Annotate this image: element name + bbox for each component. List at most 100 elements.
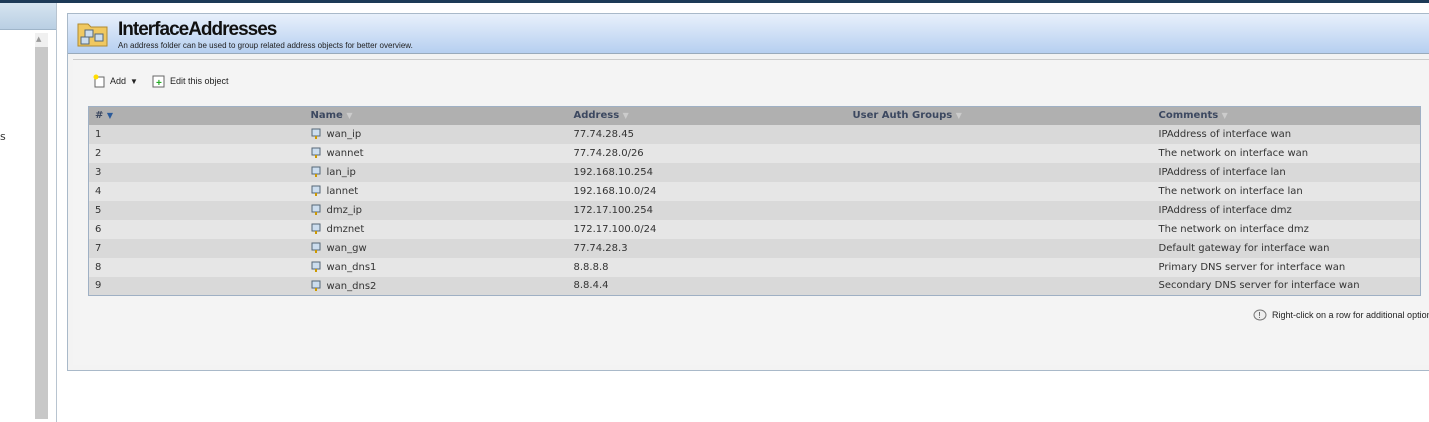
row-address: 172.17.100.0/24 (573, 219, 853, 239)
row-user-auth-groups (852, 143, 1159, 163)
row-comment: The network on interface lan (1158, 181, 1421, 201)
row-comment: IPAddress of interface wan (1158, 124, 1421, 144)
panel-header: InterfaceAddresses An address folder can… (68, 14, 1429, 54)
add-label: Add (110, 76, 127, 86)
sidebar: s (0, 3, 57, 422)
table-header: # ▼ Name ▼ Address ▼ User Auth Groups ▼ … (88, 106, 1421, 125)
table-row[interactable]: 4 lannet 192.168.10.0/24 The network on … (88, 181, 1421, 201)
row-comment: IPAddress of interface dmz (1158, 200, 1421, 220)
top-bar (0, 0, 1429, 3)
row-name: wan_dns1 (310, 257, 574, 277)
edit-icon: + (152, 75, 165, 88)
row-address: 8.8.8.8 (573, 257, 853, 277)
svg-text:+: + (156, 78, 162, 88)
sort-icon: ▼ (346, 111, 353, 121)
table-row[interactable]: 8 wan_dns1 8.8.8.8 Primary DNS server fo… (88, 257, 1421, 277)
col-user-auth-groups[interactable]: User Auth Groups ▼ (852, 106, 1159, 125)
sidebar-header (0, 3, 56, 30)
sort-icon: ▼ (955, 111, 962, 121)
sidebar-scrollbar[interactable] (35, 33, 48, 419)
row-number: 2 (88, 143, 311, 163)
row-user-auth-groups (852, 238, 1159, 258)
row-comment: Secondary DNS server for interface wan (1158, 276, 1421, 296)
sort-desc-icon: ▼ (106, 111, 114, 121)
address-table: # ▼ Name ▼ Address ▼ User Auth Groups ▼ … (88, 106, 1421, 296)
row-user-auth-groups (852, 276, 1159, 296)
row-number: 3 (88, 162, 311, 182)
row-number: 7 (88, 238, 311, 258)
row-address: 77.74.28.45 (573, 124, 853, 144)
chevron-down-icon: ▼ (130, 76, 138, 86)
sidebar-item-label[interactable]: s (0, 130, 6, 143)
add-button[interactable]: Add ▼ (93, 74, 138, 88)
row-address: 77.74.28.0/26 (573, 143, 853, 163)
row-user-auth-groups (852, 124, 1159, 144)
col-number[interactable]: # ▼ (88, 106, 311, 125)
sort-icon: ▼ (1221, 111, 1228, 121)
row-number: 5 (88, 200, 311, 220)
row-name: wannet (310, 143, 574, 163)
col-name[interactable]: Name ▼ (310, 106, 574, 125)
table-row[interactable]: 7 wan_gw 77.74.28.3 Default gateway for … (88, 238, 1421, 258)
edit-object-button[interactable]: + Edit this object (152, 74, 229, 88)
address-object-icon (311, 280, 320, 291)
row-number: 6 (88, 219, 311, 239)
page-subtitle: An address folder can be used to group r… (118, 41, 413, 50)
address-object-icon (311, 242, 320, 253)
address-object-icon (311, 185, 320, 196)
row-comment: Default gateway for interface wan (1158, 238, 1421, 258)
row-name: lan_ip (310, 162, 574, 182)
info-icon: ! (1253, 309, 1267, 321)
row-name: dmz_ip (310, 200, 574, 220)
edit-label: Edit this object (169, 76, 229, 86)
content-area: Add ▼ + Edit this object # ▼ Name ▼ Addr… (73, 59, 1429, 365)
row-number: 4 (88, 181, 311, 201)
row-user-auth-groups (852, 219, 1159, 239)
main-panel: InterfaceAddresses An address folder can… (67, 13, 1429, 371)
col-comments[interactable]: Comments ▼ (1158, 106, 1421, 125)
row-name: wan_gw (310, 238, 574, 258)
table-row[interactable]: 5 dmz_ip 172.17.100.254 IPAddress of int… (88, 200, 1421, 220)
address-object-icon (311, 204, 320, 215)
row-name: wan_dns2 (310, 276, 574, 296)
table-row[interactable]: 6 dmznet 172.17.100.0/24 The network on … (88, 219, 1421, 239)
row-address: 192.168.10.254 (573, 162, 853, 182)
table-row[interactable]: 9 wan_dns2 8.8.4.4 Secondary DNS server … (88, 276, 1421, 296)
row-address: 192.168.10.0/24 (573, 181, 853, 201)
row-name: lannet (310, 181, 574, 201)
new-item-icon (93, 74, 105, 88)
row-number: 8 (88, 257, 311, 277)
row-address: 8.8.4.4 (573, 276, 853, 296)
address-object-icon (311, 261, 320, 272)
row-comment: IPAddress of interface lan (1158, 162, 1421, 182)
table-row[interactable]: 1 wan_ip 77.74.28.45 IPAddress of interf… (88, 124, 1421, 144)
hint-text: Right-click on a row for additional opti… (1272, 310, 1429, 320)
table-row[interactable]: 2 wannet 77.74.28.0/26 The network on in… (88, 143, 1421, 163)
scroll-up-icon[interactable]: ▲ (36, 35, 41, 43)
row-address: 77.74.28.3 (573, 238, 853, 258)
hint: ! Right-click on a row for additional op… (1253, 309, 1429, 321)
address-object-icon (311, 147, 320, 158)
page-title: InterfaceAddresses (118, 19, 277, 40)
row-user-auth-groups (852, 181, 1159, 201)
row-user-auth-groups (852, 257, 1159, 277)
row-name: wan_ip (310, 124, 574, 144)
row-number: 9 (88, 276, 311, 296)
col-address[interactable]: Address ▼ (573, 106, 853, 125)
row-user-auth-groups (852, 162, 1159, 182)
row-address: 172.17.100.254 (573, 200, 853, 220)
row-comment: The network on interface wan (1158, 143, 1421, 163)
address-object-icon (311, 128, 320, 139)
folder-icon (77, 23, 108, 47)
address-object-icon (311, 166, 320, 177)
table-row[interactable]: 3 lan_ip 192.168.10.254 IPAddress of int… (88, 162, 1421, 182)
toolbar: Add ▼ + Edit this object (93, 74, 228, 88)
row-name: dmznet (310, 219, 574, 239)
row-number: 1 (88, 124, 311, 144)
address-object-icon (311, 223, 320, 234)
row-comment: The network on interface dmz (1158, 219, 1421, 239)
sort-icon: ▼ (622, 111, 629, 121)
row-comment: Primary DNS server for interface wan (1158, 257, 1421, 277)
row-user-auth-groups (852, 200, 1159, 220)
svg-text:!: ! (1259, 311, 1261, 320)
